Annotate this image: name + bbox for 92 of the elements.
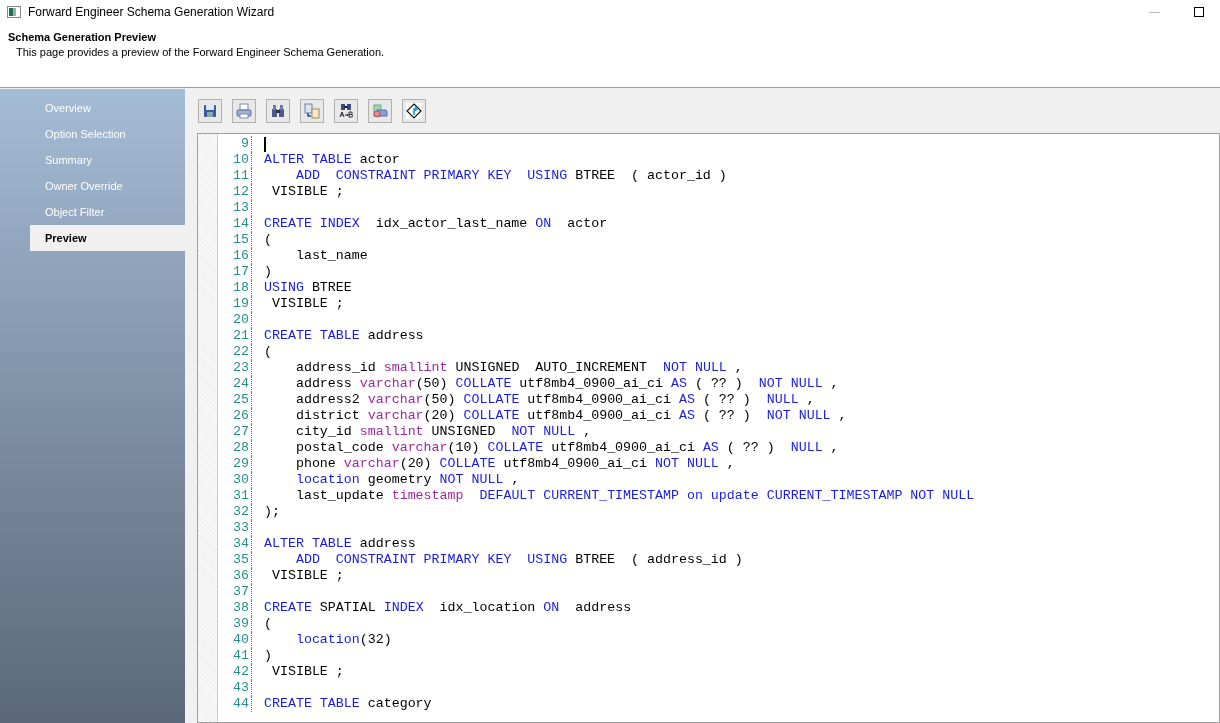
- print-button[interactable]: [232, 99, 256, 123]
- line-number: 36: [232, 568, 250, 584]
- code-line: VISIBLE ;: [270, 296, 344, 312]
- binoculars-button[interactable]: [266, 99, 290, 123]
- line-number: 18: [232, 280, 250, 296]
- find-replace-icon: [338, 103, 354, 119]
- print-icon: [236, 103, 252, 119]
- code-line: VISIBLE ;: [270, 568, 344, 584]
- color-palette-icon: [372, 103, 388, 119]
- line-number: 29: [232, 456, 250, 472]
- sidebar-item[interactable]: Overview: [0, 100, 185, 116]
- line-number: 33: [232, 520, 250, 536]
- line-number: 20: [232, 312, 250, 328]
- code-line: last_name: [294, 248, 368, 264]
- code-line: ADD CONSTRAINT PRIMARY KEY USING BTREE ( address_id ): [294, 552, 743, 568]
- app-icon: [7, 5, 21, 18]
- binoculars-icon: [270, 103, 286, 119]
- line-number: 32: [232, 504, 250, 520]
- line-number: 15: [232, 232, 250, 248]
- line-number: 37: [232, 584, 250, 600]
- line-number: 28: [232, 440, 250, 456]
- copy-pages-button[interactable]: [300, 99, 324, 123]
- line-number: 25: [232, 392, 250, 408]
- code-line: CREATE TABLE address: [264, 328, 424, 344]
- code-line: CREATE SPATIAL INDEX idx_location ON address: [264, 600, 632, 616]
- line-number: 44: [232, 696, 250, 712]
- line-number: 9: [240, 136, 250, 152]
- code-line: (: [264, 344, 272, 360]
- line-number: 39: [232, 616, 250, 632]
- line-number: 41: [232, 648, 250, 664]
- code-line: );: [264, 504, 280, 520]
- page-description: This page provides a preview of the Forward Engineer Schema Generation.: [15, 45, 386, 59]
- line-number: 26: [232, 408, 250, 424]
- copy-pages-icon: [304, 103, 320, 119]
- code-line: ): [264, 648, 272, 664]
- sidebar-item[interactable]: Owner Override: [0, 178, 185, 194]
- code-line: ALTER TABLE actor: [264, 152, 400, 168]
- save-icon: [202, 103, 218, 119]
- code-line: USING BTREE: [264, 280, 352, 296]
- code-line: address_id smallint UNSIGNED AUTO_INCREMENT NOT NULL ,: [294, 360, 743, 376]
- line-number: 10: [232, 152, 250, 168]
- code-line: location(32): [294, 632, 392, 648]
- sidebar-item[interactable]: Object Filter: [0, 204, 185, 220]
- line-number: 43: [232, 680, 250, 696]
- line-number: 13: [232, 200, 250, 216]
- line-number: 19: [232, 296, 250, 312]
- line-number: 38: [232, 600, 250, 616]
- code-line: address varchar(50) COLLATE utf8mb4_0900_ai_ci AS ( ?? ) NOT NULL ,: [294, 376, 839, 392]
- code-line: location geometry NOT NULL ,: [294, 472, 520, 488]
- code-line: address2 varchar(50) COLLATE utf8mb4_0900_ai_ci AS ( ?? ) NULL ,: [294, 392, 815, 408]
- code-line: ADD CONSTRAINT PRIMARY KEY USING BTREE ( actor_id ): [294, 168, 727, 184]
- line-number: 40: [232, 632, 250, 648]
- diamond-arrow-button[interactable]: [402, 99, 426, 123]
- code-line: last_update timestamp DEFAULT CURRENT_TIMESTAMP on update CURRENT_TIMESTAMP NOT NULL: [294, 488, 975, 504]
- sidebar-item[interactable]: Summary: [0, 152, 185, 168]
- line-number: 27: [232, 424, 250, 440]
- line-number: 12: [232, 184, 250, 200]
- code-line: (: [264, 616, 272, 632]
- line-number: 24: [232, 376, 250, 392]
- maximize-icon[interactable]: [1194, 7, 1204, 17]
- code-line: CREATE TABLE category: [264, 696, 432, 712]
- code-line: ALTER TABLE address: [264, 536, 416, 552]
- code-line: VISIBLE ;: [270, 664, 344, 680]
- page-title: Schema Generation Preview: [8, 30, 157, 44]
- line-number: 22: [232, 344, 250, 360]
- code-line: (: [264, 232, 272, 248]
- line-number: 34: [232, 536, 250, 552]
- line-number: 16: [232, 248, 250, 264]
- code-editor[interactable]: [197, 133, 1220, 723]
- line-number: 42: [232, 664, 250, 680]
- line-number: 11: [232, 168, 250, 184]
- sidebar-item[interactable]: Preview: [30, 225, 185, 251]
- save-button[interactable]: [198, 99, 222, 123]
- sidebar-item[interactable]: Option Selection: [0, 126, 185, 142]
- code-line: CREATE INDEX idx_actor_last_name ON actor: [264, 216, 608, 232]
- window-title: Forward Engineer Schema Generation Wizard: [28, 3, 275, 21]
- line-number: 14: [232, 216, 250, 232]
- line-number: 35: [232, 552, 250, 568]
- code-line: district varchar(20) COLLATE utf8mb4_0900_ai_ci AS ( ?? ) NOT NULL ,: [294, 408, 847, 424]
- color-palette-button[interactable]: [368, 99, 392, 123]
- code-line: VISIBLE ;: [270, 184, 344, 200]
- line-number: 23: [232, 360, 250, 376]
- code-line: city_id smallint UNSIGNED NOT NULL ,: [294, 424, 592, 440]
- line-number: 21: [232, 328, 250, 344]
- code-line: phone varchar(20) COLLATE utf8mb4_0900_ai_ci NOT NULL ,: [294, 456, 735, 472]
- line-number: 31: [232, 488, 250, 504]
- code-line: postal_code varchar(10) COLLATE utf8mb4_0900_ai_ci AS ( ?? ) NULL ,: [294, 440, 839, 456]
- line-number: 17: [232, 264, 250, 280]
- diamond-arrow-icon: [406, 103, 422, 119]
- code-line: ): [264, 264, 272, 280]
- line-number: 30: [232, 472, 250, 488]
- find-replace-button[interactable]: [334, 99, 358, 123]
